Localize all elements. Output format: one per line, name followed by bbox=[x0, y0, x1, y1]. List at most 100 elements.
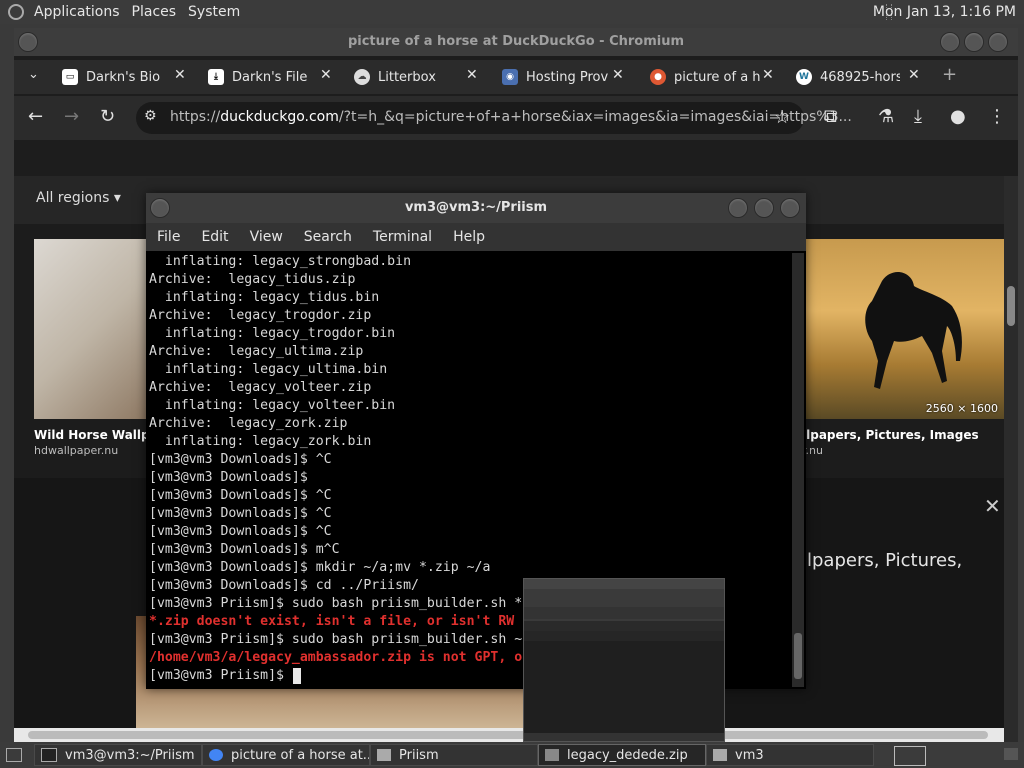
forward-arrow-icon[interactable]: → bbox=[64, 106, 79, 127]
region-filter-dropdown[interactable]: All regions ▾ bbox=[36, 190, 121, 206]
terminal-line: Archive: legacy_ultima.zip bbox=[149, 344, 364, 359]
labs-flask-icon[interactable]: ⚗ bbox=[878, 106, 894, 127]
card-icon: ▭ bbox=[62, 69, 78, 85]
terminal-cursor bbox=[293, 668, 301, 684]
maximize-button[interactable] bbox=[754, 198, 774, 218]
terminal-line: [vm3@vm3 Downloads]$ ^C bbox=[149, 524, 332, 539]
show-desktop-icon[interactable] bbox=[6, 748, 22, 762]
page-horizontal-scrollbar[interactable] bbox=[14, 728, 1004, 742]
terminal-line: [vm3@vm3 Priism]$ sudo bash priism_build… bbox=[149, 632, 523, 647]
page-vertical-scrollbar[interactable] bbox=[1004, 176, 1018, 742]
menu-places[interactable]: Places bbox=[126, 4, 183, 20]
bottom-taskbar: vm3@vm3:~/Priism picture of a horse at..… bbox=[0, 742, 1024, 768]
address-bar[interactable]: ⚙ https://duckduckgo.com/?t=h_&q=picture… bbox=[136, 102, 852, 134]
terminal-line: *.zip doesn't exist, isn't a file, or is… bbox=[149, 614, 515, 629]
preview-menubar bbox=[524, 579, 724, 589]
taskbar-item-legacy-dedede[interactable]: legacy_dedede.zip bbox=[538, 744, 706, 766]
menu-system[interactable]: System bbox=[182, 4, 246, 20]
bookmark-star-icon[interactable]: ☆ bbox=[774, 107, 790, 128]
terminal-menu-help[interactable]: Help bbox=[442, 229, 495, 245]
terminal-line: Archive: legacy_trogdor.zip bbox=[149, 308, 372, 323]
taskbar-item-chromium[interactable]: picture of a horse at... bbox=[202, 744, 370, 766]
preview-location-bar bbox=[524, 607, 724, 619]
file-manager-preview[interactable] bbox=[523, 578, 725, 742]
terminal-line: inflating: legacy_strongbad.bin bbox=[149, 254, 412, 269]
terminal-titlebar[interactable]: vm3@vm3:~/Priism bbox=[146, 193, 806, 223]
tab-close-icon[interactable]: ✕ bbox=[320, 67, 332, 83]
close-button[interactable] bbox=[988, 32, 1008, 52]
tab-litterbox[interactable]: ☁ Litterbox bbox=[354, 66, 464, 88]
terminal-line: [vm3@vm3 Downloads]$ m^C bbox=[149, 542, 340, 557]
close-button[interactable] bbox=[780, 198, 800, 218]
taskbar-item-priism[interactable]: Priism bbox=[370, 744, 538, 766]
result-caption-right[interactable]: llpapers, Pictures, Images bbox=[802, 428, 979, 442]
downloads-icon[interactable]: ⤓ bbox=[914, 106, 922, 127]
back-arrow-icon[interactable]: ← bbox=[28, 106, 43, 127]
menu-applications[interactable]: Applications bbox=[28, 4, 126, 20]
tab-hosting-prov[interactable]: ◉ Hosting Prov bbox=[502, 66, 610, 88]
terminal-menubar: File Edit View Search Terminal Help bbox=[146, 223, 806, 251]
folder-icon bbox=[713, 749, 727, 761]
maximize-button[interactable] bbox=[964, 32, 984, 52]
preview-file-area bbox=[524, 641, 724, 733]
terminal-line: /home/vm3/a/legacy_ambassador.zip is not… bbox=[149, 650, 523, 665]
tab-darkns-file[interactable]: ⤓ Darkn's File I bbox=[208, 66, 308, 88]
terminal-menu-search[interactable]: Search bbox=[293, 229, 362, 245]
terminal-line: [vm3@vm3 Priism]$ bbox=[149, 668, 292, 683]
terminal-line: [vm3@vm3 Downloads]$ bbox=[149, 470, 308, 485]
terminal-line: Archive: legacy_tidus.zip bbox=[149, 272, 356, 287]
window-menu-button[interactable] bbox=[150, 198, 170, 218]
trash-icon[interactable] bbox=[1004, 748, 1018, 760]
url-text[interactable]: https://duckduckgo.com/?t=h_&q=picture+o… bbox=[170, 109, 852, 125]
terminal-line: [vm3@vm3 Downloads]$ mkdir ~/a;mv *.zip … bbox=[149, 560, 491, 575]
taskbar-item-terminal[interactable]: vm3@vm3:~/Priism bbox=[34, 744, 202, 766]
panel-clock[interactable]: Mon Jan 13, 1:16 PM bbox=[873, 4, 1016, 20]
tab-close-icon[interactable]: ✕ bbox=[762, 67, 774, 83]
reload-icon[interactable]: ↻ bbox=[100, 106, 115, 127]
archive-icon bbox=[545, 749, 559, 761]
site-info-icon[interactable]: ⚙ bbox=[144, 108, 157, 124]
terminal-scrollbar[interactable] bbox=[792, 253, 804, 687]
tab-468925-horse[interactable]: W 468925-hors bbox=[796, 66, 900, 88]
terminal-line: inflating: legacy_ultima.bin bbox=[149, 362, 388, 377]
new-tab-plus-icon[interactable]: + bbox=[942, 64, 957, 85]
tab-close-icon[interactable]: ✕ bbox=[908, 67, 920, 83]
tab-search-chevron-icon[interactable]: ⌄ bbox=[28, 67, 39, 82]
terminal-menu-terminal[interactable]: Terminal bbox=[362, 229, 442, 245]
minimize-button[interactable] bbox=[940, 32, 960, 52]
gnome-foot-icon[interactable] bbox=[8, 4, 24, 20]
chromium-titlebar[interactable]: picture of a horse at DuckDuckGo - Chrom… bbox=[14, 28, 1018, 56]
minimize-button[interactable] bbox=[728, 198, 748, 218]
extensions-puzzle-icon[interactable]: ⧉ bbox=[824, 106, 837, 127]
tab-darkns-bio[interactable]: ▭ Darkn's Bio bbox=[62, 66, 162, 88]
image-dimensions-badge: 2560 × 1600 bbox=[925, 402, 998, 415]
terminal-window-title: vm3@vm3:~/Priism bbox=[404, 200, 548, 215]
hosting-icon: ◉ bbox=[502, 69, 518, 85]
tab-close-icon[interactable]: ✕ bbox=[612, 67, 624, 83]
terminal-line: inflating: legacy_zork.bin bbox=[149, 434, 372, 449]
terminal-menu-file[interactable]: File bbox=[146, 229, 190, 245]
more-menu-icon[interactable]: ⋮ bbox=[988, 106, 1006, 127]
preview-file-row bbox=[524, 631, 724, 641]
image-result-right[interactable]: 2560 × 1600 bbox=[804, 239, 1004, 419]
terminal-menu-view[interactable]: View bbox=[239, 229, 293, 245]
terminal-icon bbox=[41, 748, 57, 762]
scroll-thumb[interactable] bbox=[1007, 286, 1015, 326]
terminal-menu-edit[interactable]: Edit bbox=[190, 229, 238, 245]
wordpress-icon: W bbox=[796, 69, 812, 85]
tab-picture-of-a-horse[interactable]: ● picture of a h bbox=[650, 66, 760, 88]
hscroll-thumb[interactable] bbox=[28, 731, 988, 739]
window-menu-button[interactable] bbox=[18, 32, 38, 52]
terminal-scroll-thumb[interactable] bbox=[794, 633, 802, 679]
terminal-line: [vm3@vm3 Downloads]$ ^C bbox=[149, 452, 332, 467]
image-result-left[interactable] bbox=[34, 239, 154, 419]
tab-close-icon[interactable]: ✕ bbox=[466, 67, 478, 83]
terminal-line: Archive: legacy_zork.zip bbox=[149, 416, 348, 431]
workspace-switcher[interactable] bbox=[894, 746, 926, 766]
browser-toolbar: ← → ↻ ⚙ https://duckduckgo.com/?t=h_&q=p… bbox=[14, 96, 1018, 140]
taskbar-item-vm3[interactable]: vm3 bbox=[706, 744, 874, 766]
tab-close-icon[interactable]: ✕ bbox=[174, 67, 186, 83]
detail-close-icon[interactable]: ✕ bbox=[984, 494, 1001, 518]
profile-icon[interactable]: ● bbox=[950, 106, 966, 127]
detail-title[interactable]: llpapers, Pictures, bbox=[802, 548, 962, 574]
